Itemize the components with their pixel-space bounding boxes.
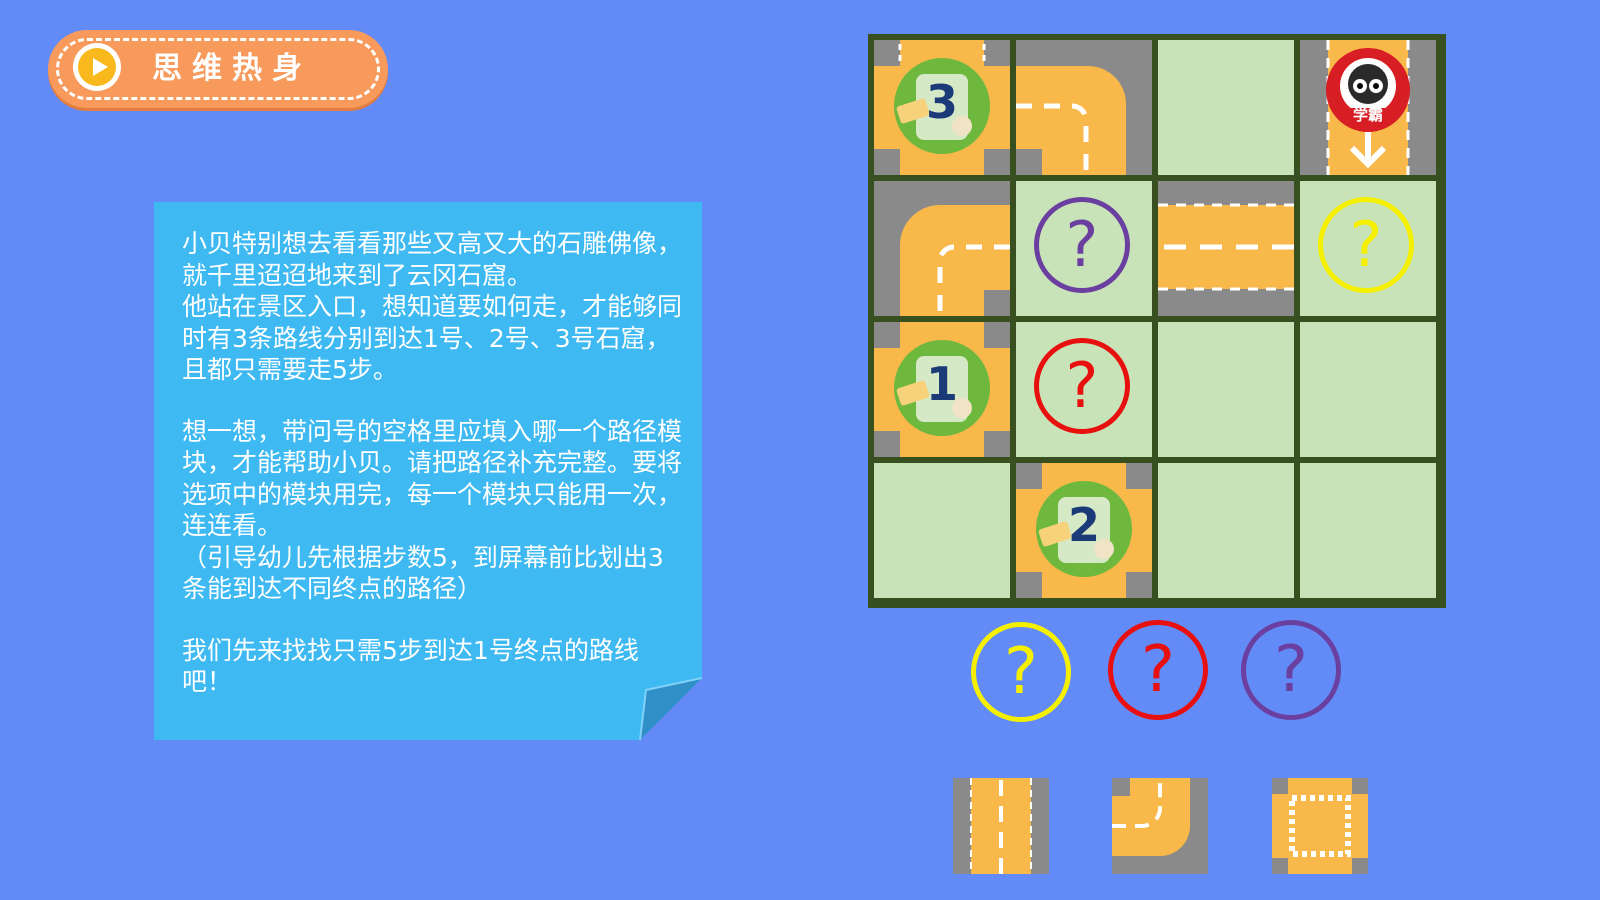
page-title: 思维热身 [152, 51, 312, 86]
straight-road-tile[interactable] [953, 778, 1049, 874]
grid-cell-curve-road [1016, 40, 1152, 175]
endpoint-1-badge: 1 [892, 338, 992, 438]
grid-cell-empty [874, 463, 1010, 598]
grid-cell-empty [1158, 40, 1294, 175]
grid-cell-empty [1158, 463, 1294, 598]
play-icon[interactable] [73, 43, 121, 91]
endpoint-number: 3 [925, 75, 958, 129]
endpoint-number: 1 [925, 357, 958, 411]
grid-cell-endpoint-1[interactable]: 1 [874, 322, 1010, 457]
grid-cell-curve-road [874, 181, 1010, 316]
slide: 思维热身 小贝特别想去看看那些又高又大的石雕佛像，就千里迢迢地来到了云冈石窟。 … [0, 0, 1600, 900]
grid-cell-straight-road [1158, 181, 1294, 316]
story-paragraph-1: 小贝特别想去看看那些又高又大的石雕佛像，就千里迢迢地来到了云冈石窟。 他站在景区… [182, 229, 683, 384]
curve-road-tile[interactable] [1112, 778, 1208, 874]
grid-cell-endpoint-3[interactable]: 3 [874, 40, 1010, 175]
option-circle-yellow[interactable]: ? [971, 622, 1071, 722]
grid-cell-start: 学霸 [1300, 40, 1436, 175]
grid-cell-empty [1300, 463, 1436, 598]
grid-cell-empty [1300, 322, 1436, 457]
warmup-title-button[interactable]: 思维热身 [48, 30, 388, 108]
start-badge-label: 学霸 [1352, 106, 1383, 124]
grid-cell-question-purple[interactable]: ? [1016, 181, 1152, 316]
option-circle-purple[interactable]: ? [1241, 620, 1341, 720]
story-paragraph-2: 想一想，带问号的空格里应填入哪一个路径模块，才能帮助小贝。请把路径补充完整。要将… [182, 416, 683, 604]
crossroad-tile[interactable] [1272, 778, 1368, 874]
question-mark-yellow[interactable]: ? [1318, 197, 1414, 293]
path-puzzle-grid: 3 学霸 ? ? 1 ? 2 [868, 34, 1446, 608]
start-avatar-icon: 学霸 [1324, 46, 1412, 134]
grid-cell-endpoint-2[interactable]: 2 [1016, 463, 1152, 598]
endpoint-2-badge: 2 [1034, 479, 1134, 579]
grid-cell-question-red[interactable]: ? [1016, 322, 1152, 457]
endpoint-3-badge: 3 [892, 56, 992, 156]
question-mark-red[interactable]: ? [1034, 338, 1130, 434]
grid-cell-question-yellow[interactable]: ? [1300, 181, 1436, 316]
option-circle-red[interactable]: ? [1108, 620, 1208, 720]
grid-cell-empty [1158, 322, 1294, 457]
story-note-card: 小贝特别想去看看那些又高又大的石雕佛像，就千里迢迢地来到了云冈石窟。 他站在景区… [154, 202, 702, 740]
endpoint-number: 2 [1067, 498, 1100, 552]
story-paragraph-3: 我们先来找找只需5步到达1号终点的路线吧！ [182, 635, 639, 697]
question-mark-purple[interactable]: ? [1034, 197, 1130, 293]
